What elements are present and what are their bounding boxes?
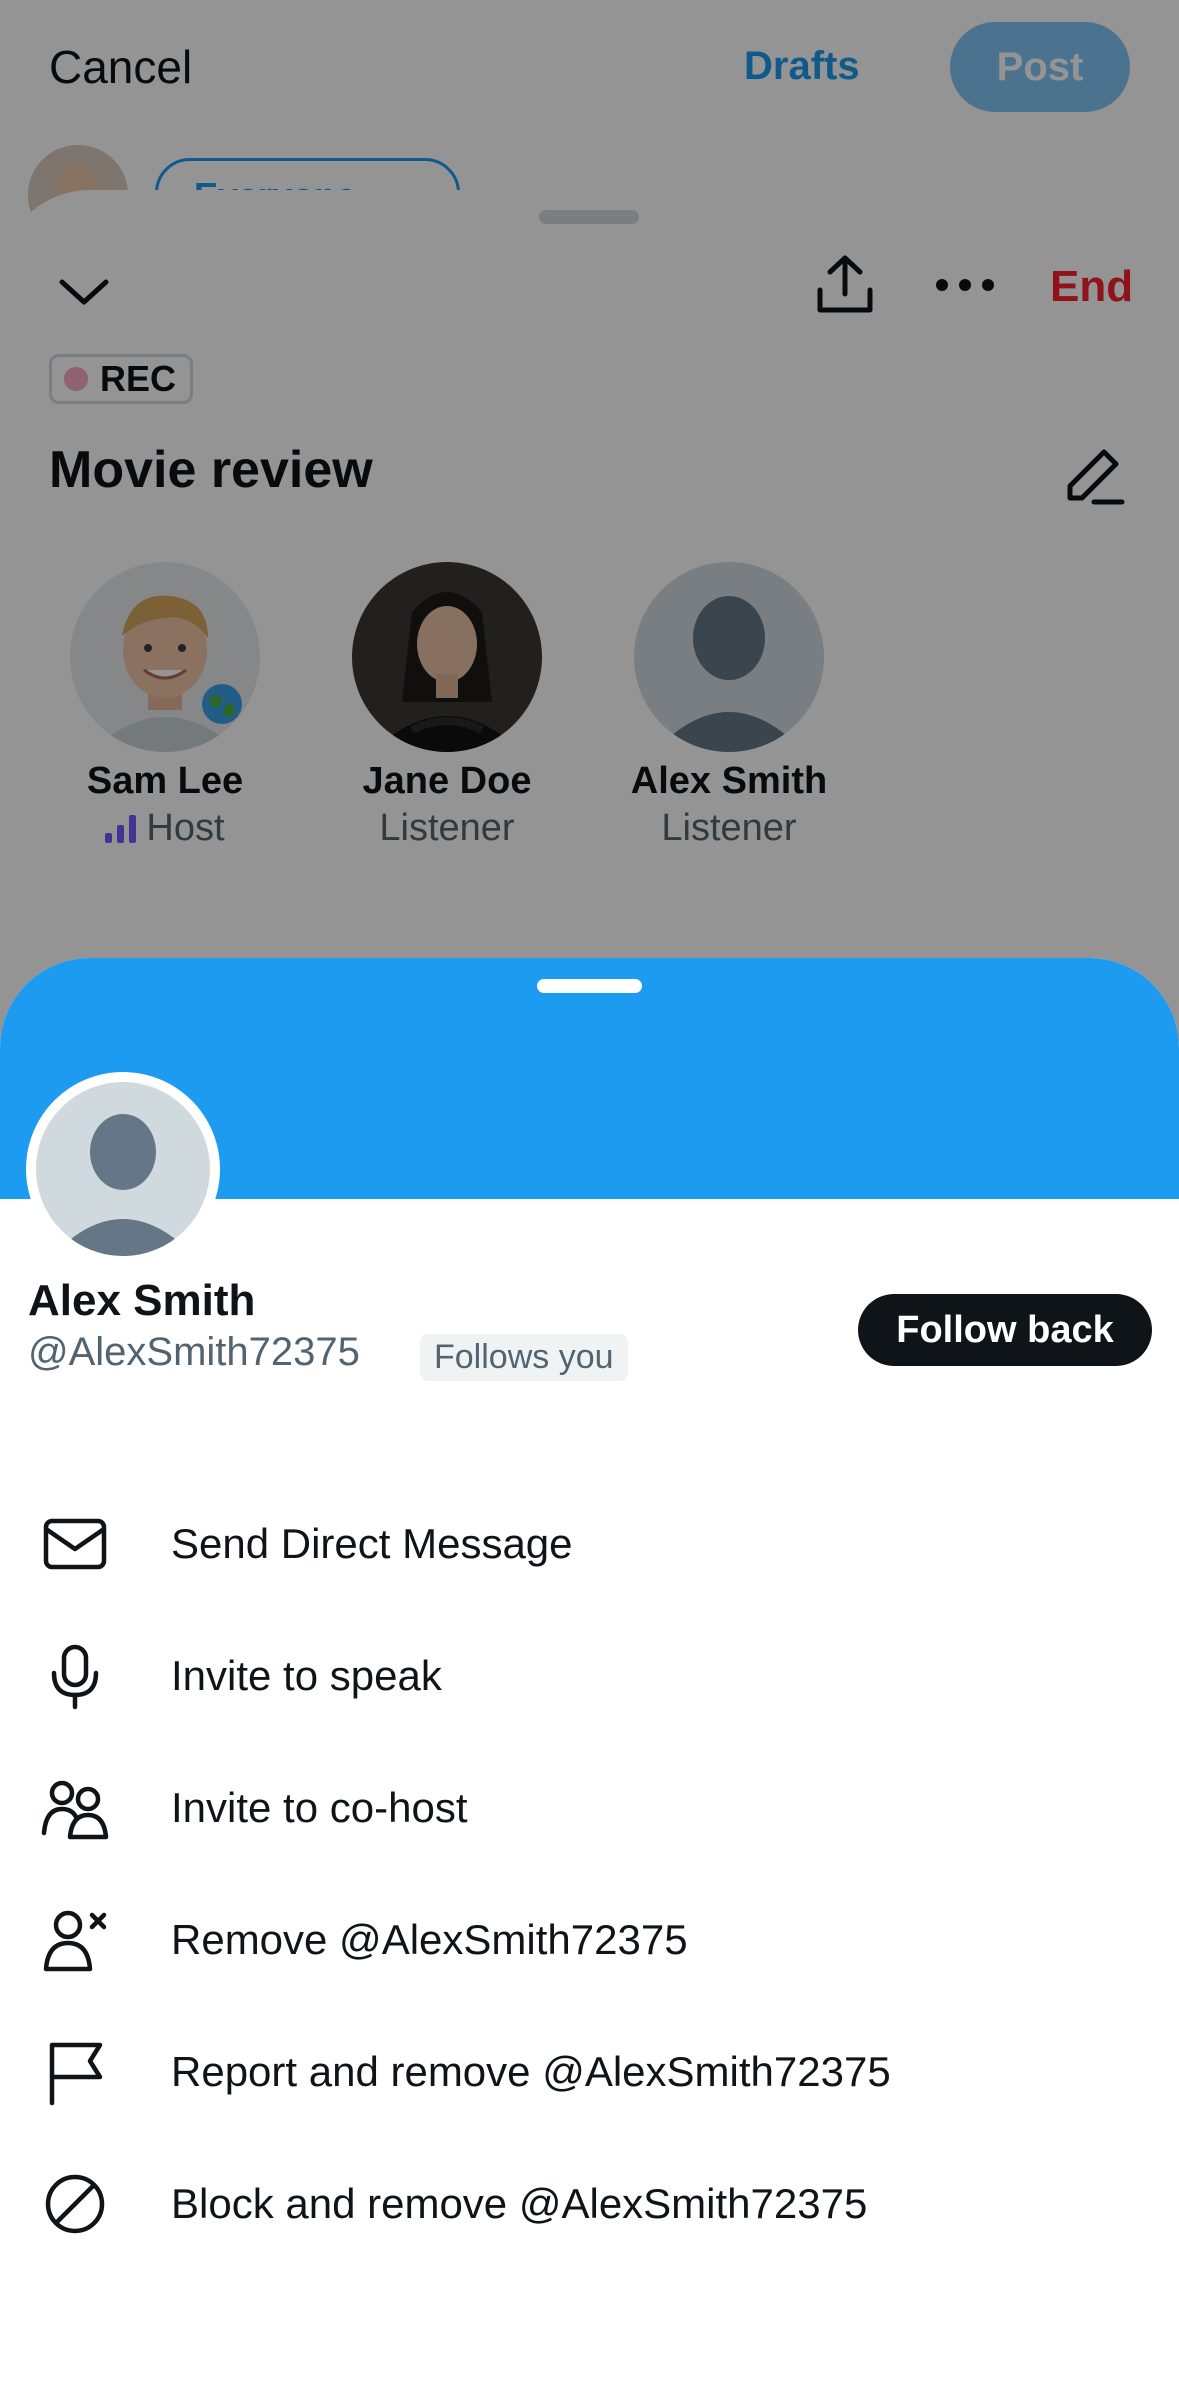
profile-sheet-handle[interactable] — [537, 979, 642, 993]
menu-item-label: Report and remove @AlexSmith72375 — [171, 2048, 891, 2095]
person-remove-icon — [40, 1905, 110, 1975]
profile-action-sheet: Alex Smith @AlexSmith72375 Follows you F… — [0, 958, 1179, 2396]
flag-icon — [40, 2037, 110, 2107]
block-icon — [40, 2169, 110, 2239]
menu-item-label: Invite to speak — [171, 1652, 442, 1699]
menu-item-label: Invite to co-host — [171, 1784, 468, 1831]
menu-item-label: Block and remove @AlexSmith72375 — [171, 2180, 868, 2227]
profile-handle: @AlexSmith72375 — [28, 1330, 360, 1374]
action-menu: Send Direct Message Invite to speak Invi… — [0, 1478, 1179, 2270]
mail-icon — [40, 1509, 110, 1579]
menu-item-remove[interactable]: Remove @AlexSmith72375 — [0, 1874, 1179, 2006]
menu-item-send-dm[interactable]: Send Direct Message — [0, 1478, 1179, 1610]
microphone-icon — [40, 1641, 110, 1711]
menu-item-label: Remove @AlexSmith72375 — [171, 1916, 688, 1963]
follows-you-badge: Follows you — [420, 1334, 628, 1381]
profile-avatar-ring — [26, 1072, 220, 1266]
menu-item-invite-cohost[interactable]: Invite to co-host — [0, 1742, 1179, 1874]
follow-back-button[interactable]: Follow back — [858, 1294, 1152, 1366]
menu-item-report-remove[interactable]: Report and remove @AlexSmith72375 — [0, 2006, 1179, 2138]
profile-name: Alex Smith — [28, 1276, 256, 1325]
menu-item-invite-speak[interactable]: Invite to speak — [0, 1610, 1179, 1742]
menu-item-block-remove[interactable]: Block and remove @AlexSmith72375 — [0, 2138, 1179, 2270]
menu-item-label: Send Direct Message — [171, 1520, 573, 1567]
people-icon — [40, 1773, 110, 1843]
default-avatar-icon[interactable] — [36, 1082, 210, 1256]
